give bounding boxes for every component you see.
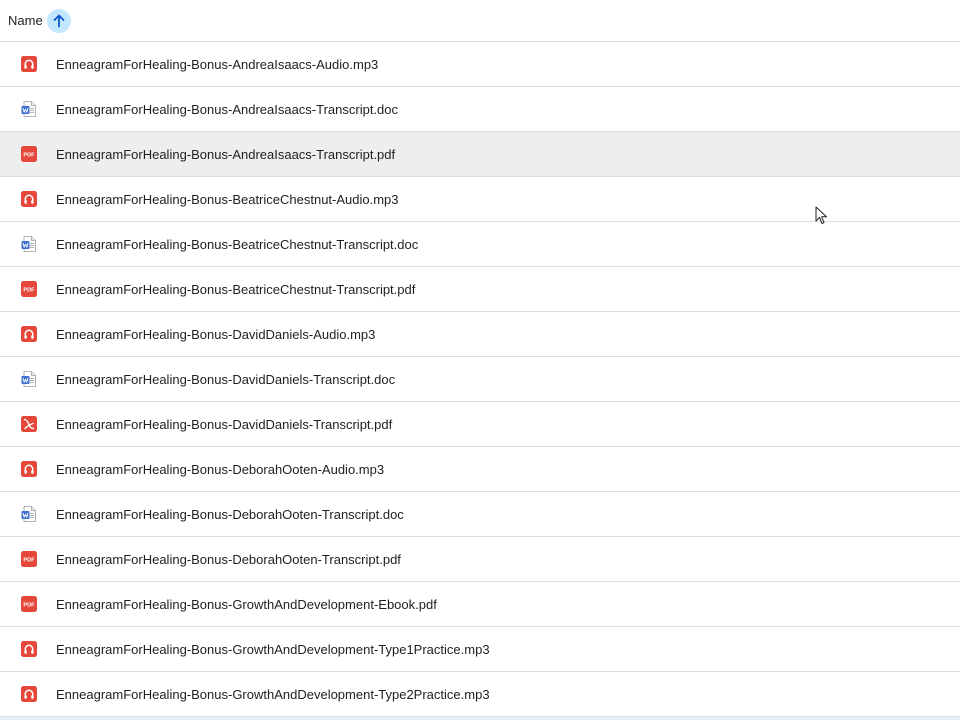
arrow-upward-icon <box>53 14 65 27</box>
word-doc-icon <box>21 101 36 117</box>
word-doc-icon <box>21 371 36 387</box>
file-name: EnneagramForHealing-Bonus-BeatriceChestn… <box>56 191 399 207</box>
pdf-file-icon: PDF <box>21 146 37 162</box>
file-row[interactable]: EnneagramForHealing-Bonus-GrowthAndDevel… <box>0 627 960 672</box>
file-list: EnneagramForHealing-Bonus-AndreaIsaacs-A… <box>0 42 960 717</box>
file-row[interactable]: EnneagramForHealing-Bonus-DavidDaniels-A… <box>0 312 960 357</box>
file-name: EnneagramForHealing-Bonus-DavidDaniels-T… <box>56 416 393 432</box>
audio-file-icon <box>21 191 37 207</box>
audio-file-icon <box>21 686 37 702</box>
file-name: EnneagramForHealing-Bonus-AndreaIsaacs-A… <box>56 56 379 72</box>
file-row[interactable]: EnneagramForHealing-Bonus-DavidDaniels-T… <box>0 402 960 447</box>
mouse-pointer-icon <box>815 206 827 224</box>
file-name: EnneagramForHealing-Bonus-BeatriceChestn… <box>56 281 416 297</box>
file-row[interactable]: EnneagramForHealing-Bonus-AndreaIsaacs-T… <box>0 87 960 132</box>
audio-file-icon <box>21 56 37 72</box>
pdf-file-icon: PDF <box>21 551 37 567</box>
word-doc-icon <box>21 506 36 522</box>
file-name: EnneagramForHealing-Bonus-DavidDaniels-T… <box>56 371 396 387</box>
file-row[interactable]: PDF EnneagramForHealing-Bonus-AndreaIsaac… <box>0 132 960 177</box>
svg-text:PDF: PDF <box>23 603 35 609</box>
pdf-file-icon <box>21 416 37 432</box>
file-name: EnneagramForHealing-Bonus-DeborahOoten-T… <box>56 506 404 522</box>
file-row[interactable]: EnneagramForHealing-Bonus-AndreaIsaacs-A… <box>0 42 960 87</box>
svg-text:PDF: PDF <box>23 558 35 564</box>
svg-text:PDF: PDF <box>23 288 35 294</box>
file-list-view: Name EnneagramForHealing-Bonus-AndreaIsa… <box>0 0 960 720</box>
file-row[interactable]: EnneagramForHealing-Bonus-DavidDaniels-T… <box>0 357 960 402</box>
file-row[interactable]: EnneagramForHealing-Bonus-BeatriceChestn… <box>0 222 960 267</box>
word-doc-icon <box>21 236 36 252</box>
file-name: EnneagramForHealing-Bonus-DeborahOoten-A… <box>56 461 385 477</box>
file-row[interactable]: EnneagramForHealing-Bonus-DeborahOoten-T… <box>0 492 960 537</box>
audio-file-icon <box>21 326 37 342</box>
file-name: EnneagramForHealing-Bonus-GrowthAndDevel… <box>56 641 490 657</box>
column-header: Name <box>0 0 960 42</box>
file-name: EnneagramForHealing-Bonus-DeborahOoten-T… <box>56 551 401 567</box>
file-row[interactable]: EnneagramForHealing-Bonus-GrowthAndDevel… <box>0 672 960 717</box>
file-name: EnneagramForHealing-Bonus-DavidDaniels-A… <box>56 326 376 342</box>
sort-ascending-button[interactable] <box>46 8 71 33</box>
pdf-file-icon: PDF <box>21 596 37 612</box>
audio-file-icon <box>21 641 37 657</box>
name-column-label[interactable]: Name <box>8 13 43 28</box>
audio-file-icon <box>21 461 37 477</box>
pdf-file-icon: PDF <box>21 281 37 297</box>
file-row[interactable]: PDF EnneagramForHealing-Bonus-GrowthAndDe… <box>0 582 960 627</box>
file-name: EnneagramForHealing-Bonus-AndreaIsaacs-T… <box>56 146 396 162</box>
file-row[interactable]: EnneagramForHealing-Bonus-DeborahOoten-A… <box>0 447 960 492</box>
file-row[interactable]: PDF EnneagramForHealing-Bonus-DeborahOote… <box>0 537 960 582</box>
file-name: EnneagramForHealing-Bonus-GrowthAndDevel… <box>56 596 437 612</box>
file-name: EnneagramForHealing-Bonus-BeatriceChestn… <box>56 236 419 252</box>
svg-text:PDF: PDF <box>23 153 35 159</box>
file-name: EnneagramForHealing-Bonus-AndreaIsaacs-T… <box>56 101 399 117</box>
file-row[interactable]: PDF EnneagramForHealing-Bonus-BeatriceChe… <box>0 267 960 312</box>
file-name: EnneagramForHealing-Bonus-GrowthAndDevel… <box>56 686 490 702</box>
